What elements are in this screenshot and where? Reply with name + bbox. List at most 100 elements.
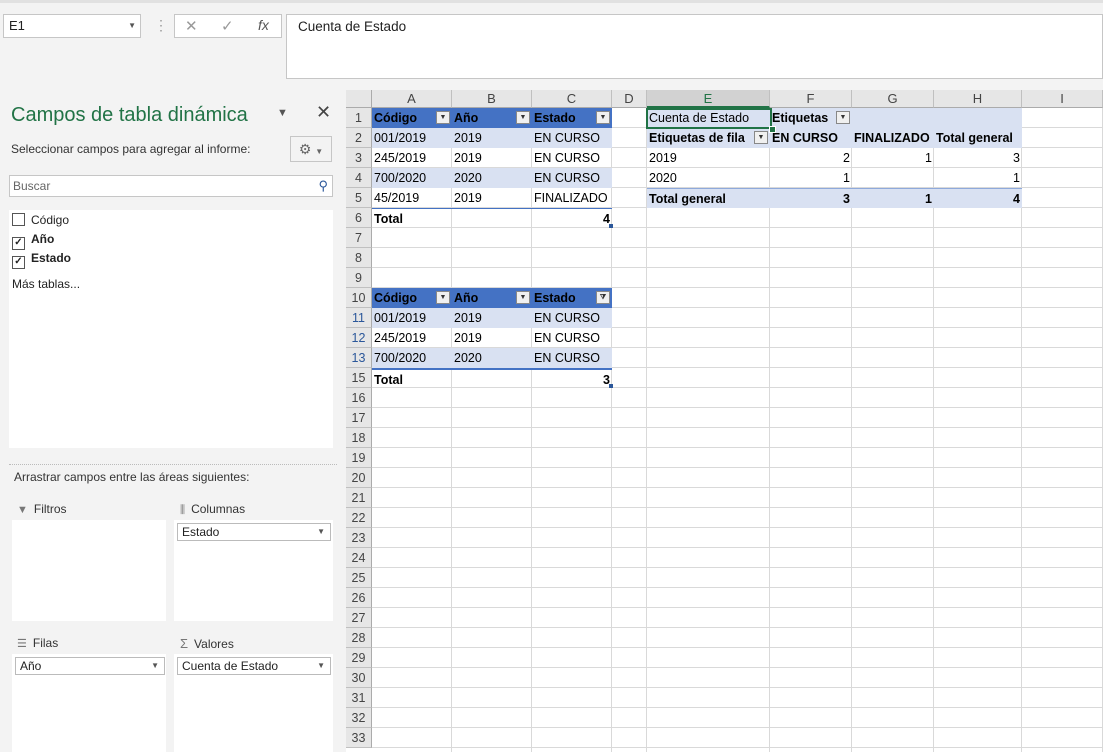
pivot-grand-total[interactable]: Total general	[647, 188, 770, 208]
row-header-17[interactable]: 17	[346, 408, 372, 428]
table2-cell[interactable]: EN CURSO	[532, 308, 612, 328]
table2-header-1[interactable]: Año ▼	[452, 288, 532, 308]
row-header-21[interactable]: 21	[346, 488, 372, 508]
row-header-11[interactable]: 11	[346, 308, 372, 328]
chevron-down-icon[interactable]: ▼	[128, 15, 136, 37]
filter-dropdown-icon[interactable]: ▼	[516, 111, 530, 124]
table2-cell[interactable]: 700/2020	[372, 348, 452, 368]
chevron-down-icon[interactable]: ▼	[317, 658, 325, 674]
check-icon[interactable]: ✓	[221, 17, 234, 35]
row-header-13[interactable]: 13	[346, 348, 372, 368]
formula-input[interactable]: Cuenta de Estado	[286, 14, 1103, 79]
column-header-h[interactable]: H	[934, 90, 1022, 108]
table1-cell[interactable]: 700/2020	[372, 168, 452, 188]
row-header-29[interactable]: 29	[346, 648, 372, 668]
pane-options-chevron-icon[interactable]: ▼	[277, 107, 288, 119]
table2-cell[interactable]: 245/2019	[372, 328, 452, 348]
row-header-7[interactable]: 7	[346, 228, 372, 248]
pivot-col-header[interactable]: Total general	[934, 128, 1022, 148]
close-icon[interactable]: ✕	[316, 102, 331, 123]
column-header-b[interactable]: B	[452, 90, 532, 108]
row-header-19[interactable]: 19	[346, 448, 372, 468]
row-header-26[interactable]: 26	[346, 588, 372, 608]
columns-field-estado[interactable]: Estado ▼	[177, 523, 331, 541]
row-header-25[interactable]: 25	[346, 568, 372, 588]
cancel-icon[interactable]: ✕	[185, 17, 198, 35]
table1-total-label[interactable]: Total	[372, 208, 452, 228]
pivot-cell[interactable]: 2	[770, 148, 852, 168]
table1-total-blank[interactable]	[452, 208, 532, 228]
table2-cell[interactable]: EN CURSO	[532, 328, 612, 348]
pivot-grand-total[interactable]: 1	[852, 188, 934, 208]
row-header-6[interactable]: 6	[346, 208, 372, 228]
gear-icon[interactable]: ⚙ ▼	[290, 136, 332, 162]
table2-total-label[interactable]: Total	[372, 368, 452, 388]
pivot-cell[interactable]	[852, 168, 934, 188]
rows-field-ano[interactable]: Año ▼	[15, 657, 165, 675]
row-header-3[interactable]: 3	[346, 148, 372, 168]
name-box[interactable]: E1 ▼	[3, 14, 141, 38]
checkbox-checked-icon[interactable]: ✓	[12, 237, 25, 250]
table2-cell[interactable]: EN CURSO	[532, 348, 612, 368]
column-header-f[interactable]: F	[770, 90, 852, 108]
column-header-e[interactable]: E	[647, 90, 770, 108]
pivot-cell[interactable]: 3	[934, 148, 1022, 168]
values-area[interactable]: Cuenta de Estado ▼	[174, 654, 333, 752]
filter-dropdown-icon[interactable]: ▼	[436, 291, 450, 304]
field-ano[interactable]: ✓ Año	[12, 231, 54, 250]
rows-area[interactable]: Año ▼	[12, 654, 166, 752]
more-tables-link[interactable]: Más tablas...	[12, 277, 80, 291]
table1-cell[interactable]: 2020	[452, 168, 532, 188]
row-header-12[interactable]: 12	[346, 328, 372, 348]
row-header-8[interactable]: 8	[346, 248, 372, 268]
table1-cell[interactable]: FINALIZADO	[532, 188, 612, 208]
row-header-31[interactable]: 31	[346, 688, 372, 708]
filter-dropdown-icon[interactable]: ▼	[596, 111, 610, 124]
table1-cell[interactable]: EN CURSO	[532, 128, 612, 148]
pivot-col-labels[interactable]: Etiquetas ▼	[770, 108, 852, 128]
pivot-cell[interactable]: 1	[934, 168, 1022, 188]
row-header-18[interactable]: 18	[346, 428, 372, 448]
table1-cell[interactable]: EN CURSO	[532, 168, 612, 188]
values-field-cuenta[interactable]: Cuenta de Estado ▼	[177, 657, 331, 675]
checkbox-unchecked-icon[interactable]	[12, 213, 25, 226]
checkbox-checked-icon[interactable]: ✓	[12, 256, 25, 269]
row-header-10[interactable]: 10	[346, 288, 372, 308]
field-codigo[interactable]: Código	[12, 212, 69, 228]
pivot-col-header[interactable]: EN CURSO	[770, 128, 852, 148]
fill-handle[interactable]	[769, 126, 776, 133]
table2-cell[interactable]: 2019	[452, 308, 532, 328]
table1-cell[interactable]: 2019	[452, 128, 532, 148]
table2-header-2[interactable]: Estado ⧩	[532, 288, 612, 308]
table1-header-0[interactable]: Código ▼	[372, 108, 452, 128]
pivot-row-labels[interactable]: Etiquetas de fila ▼	[647, 128, 770, 148]
table2-resize-handle[interactable]	[609, 384, 613, 388]
filter-dropdown-icon[interactable]: ▼	[516, 291, 530, 304]
table2-cell[interactable]: 2019	[452, 328, 532, 348]
table1-cell[interactable]: 001/2019	[372, 128, 452, 148]
column-header-a[interactable]: A	[372, 90, 452, 108]
row-header-1[interactable]: 1	[346, 108, 372, 128]
row-header-2[interactable]: 2	[346, 128, 372, 148]
row-header-24[interactable]: 24	[346, 548, 372, 568]
table2-cell[interactable]: 2020	[452, 348, 532, 368]
table2-total-value[interactable]: 3	[532, 368, 612, 388]
row-header-33[interactable]: 33	[346, 728, 372, 748]
row-header-4[interactable]: 4	[346, 168, 372, 188]
table1-cell[interactable]: 45/2019	[372, 188, 452, 208]
pivot-col-header[interactable]: FINALIZADO	[852, 128, 934, 148]
filter-applied-icon[interactable]: ⧩	[596, 291, 610, 304]
chevron-down-icon[interactable]: ▼	[151, 658, 159, 674]
row-header-16[interactable]: 16	[346, 388, 372, 408]
pivot-grand-total[interactable]: 4	[934, 188, 1022, 208]
row-header-15[interactable]: 15	[346, 368, 372, 388]
table1-resize-handle[interactable]	[609, 224, 613, 228]
table2-header-0[interactable]: Código ▼	[372, 288, 452, 308]
filters-area[interactable]	[12, 520, 166, 621]
table1-cell[interactable]: 2019	[452, 148, 532, 168]
field-estado[interactable]: ✓ Estado	[12, 250, 71, 269]
row-header-9[interactable]: 9	[346, 268, 372, 288]
columns-area[interactable]: Estado ▼	[174, 520, 333, 621]
table1-header-1[interactable]: Año ▼	[452, 108, 532, 128]
row-header-22[interactable]: 22	[346, 508, 372, 528]
